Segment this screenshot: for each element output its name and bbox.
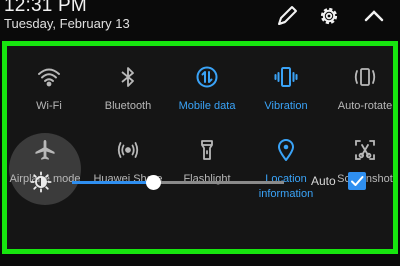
screenshot-icon bbox=[353, 138, 377, 162]
tile-wifi[interactable]: Wi-Fi bbox=[10, 65, 88, 114]
brightness-slider-fill bbox=[72, 181, 153, 184]
tile-bluetooth[interactable]: Bluetooth bbox=[89, 65, 167, 114]
brightness-row: Auto bbox=[30, 168, 370, 196]
chevron-up-icon[interactable] bbox=[362, 4, 386, 28]
gear-icon[interactable] bbox=[317, 4, 341, 28]
location-icon bbox=[274, 138, 298, 162]
brightness-icon bbox=[30, 171, 52, 193]
airplane-icon bbox=[33, 138, 57, 162]
auto-brightness-label: Auto bbox=[311, 174, 336, 188]
edit-icon[interactable] bbox=[275, 4, 299, 28]
status-bar: 12:31 PM Tuesday, February 13 bbox=[0, 0, 400, 40]
clock: 12:31 PM bbox=[4, 0, 87, 16]
auto-brightness-checkbox[interactable] bbox=[348, 172, 366, 190]
tile-mobile-data[interactable]: Mobile data bbox=[168, 65, 246, 114]
huawei-share-icon bbox=[116, 138, 140, 162]
quick-settings-panel: Wi-Fi Bluetooth Mobile data Vibration Au… bbox=[2, 41, 398, 254]
bluetooth-icon bbox=[116, 65, 140, 89]
brightness-slider-thumb[interactable] bbox=[145, 175, 161, 190]
brightness-slider[interactable] bbox=[72, 175, 284, 190]
date: Tuesday, February 13 bbox=[4, 16, 130, 31]
flashlight-icon bbox=[195, 138, 219, 162]
wifi-icon bbox=[37, 65, 61, 89]
vibration-icon bbox=[274, 65, 298, 89]
mobile-data-icon bbox=[195, 65, 219, 89]
tile-auto-rotate[interactable]: Auto-rotate bbox=[326, 65, 400, 114]
tile-vibration[interactable]: Vibration bbox=[247, 65, 325, 114]
auto-rotate-icon bbox=[353, 65, 377, 89]
